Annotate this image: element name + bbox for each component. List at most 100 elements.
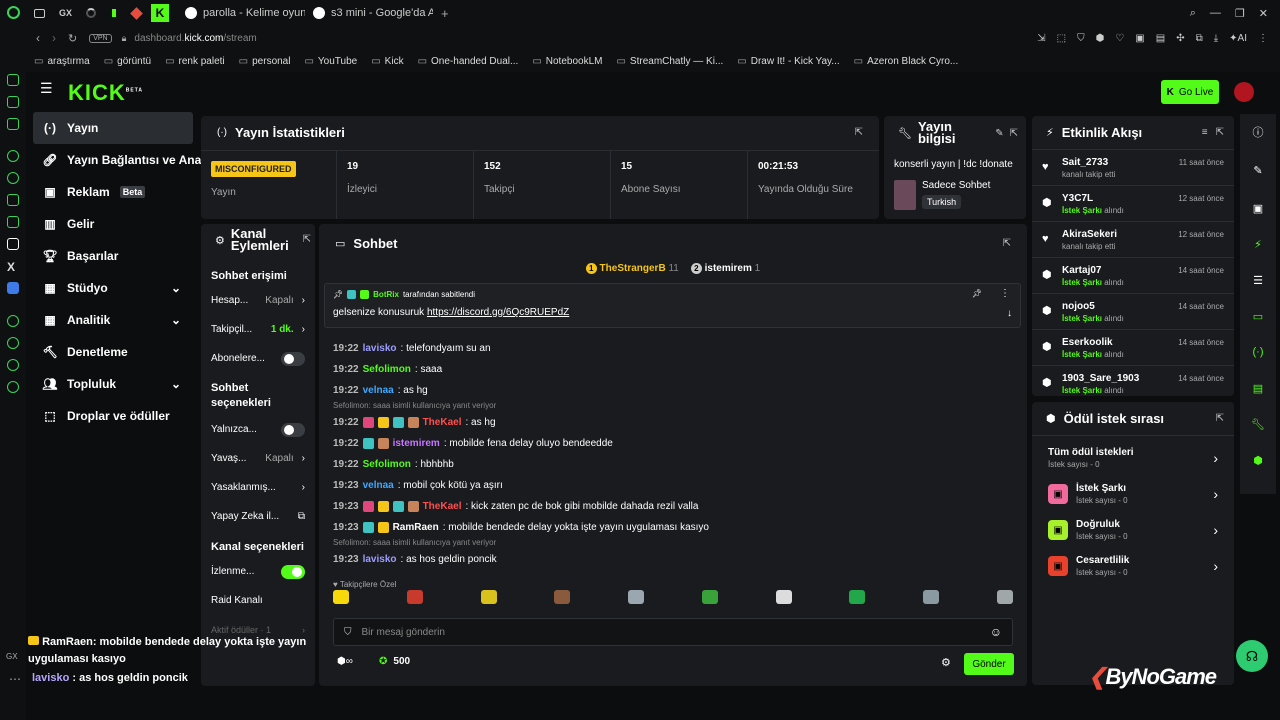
bookmark-item[interactable]: ▭ Kick [371, 56, 403, 67]
tab-parolla[interactable]: parolla - Kelime oyunu. Gü [177, 0, 305, 26]
chat-message[interactable]: 19:22 velnaa: as hg [319, 380, 1027, 401]
reward-queue-item[interactable]: ▣ Cesaretlilik İstek sayısı - 0 › [1032, 548, 1234, 584]
chat-message[interactable]: 19:23 RamRaen: mobilde bendede delay yokt… [319, 517, 1027, 538]
filter-icon[interactable]: ≡ [1202, 127, 1208, 138]
points-menu-icon[interactable]: ⬢∞ [337, 656, 353, 667]
info-icon[interactable]: ⓘ [1240, 114, 1276, 150]
popout-icon[interactable]: ⇱ [303, 234, 311, 245]
chat-message[interactable]: 19:23 lavisko: as hos geldin poncik [319, 549, 1027, 570]
chat-input[interactable]: ⛉ Bir mesaj gönderin ☺ [333, 618, 1013, 646]
emote[interactable] [406, 590, 423, 604]
sidebar-item-1[interactable]: 🔗︎ Yayın Bağlantısı ve Anahtarı [33, 144, 227, 176]
emote[interactable] [849, 590, 866, 604]
discord-icon[interactable] [7, 194, 19, 206]
popout-icon[interactable]: ⇱ [1216, 413, 1224, 424]
chat-message[interactable]: 19:23 velnaa: mobil çok kötü ya aşırı [319, 475, 1027, 496]
popout-icon[interactable]: ⇱ [1003, 238, 1011, 249]
message-user[interactable]: RamRaen [393, 522, 439, 533]
activity-item[interactable]: ⬢ Y3C7L İstek Şarkı alındı 12 saat önce [1032, 186, 1234, 222]
more-icon[interactable]: ⋯ [9, 672, 21, 686]
tiktok-icon[interactable] [7, 238, 19, 250]
download-icon[interactable]: ⤓ [1214, 33, 1218, 44]
edit-icon[interactable]: ✎ [1240, 152, 1276, 188]
shield-icon[interactable]: ⛉ [1077, 33, 1085, 44]
back-icon[interactable]: ‹ [36, 31, 40, 45]
chat-message[interactable]: 19:22 Sefolimon: saaa [319, 359, 1027, 380]
document-icon[interactable]: ▤ [1156, 33, 1165, 44]
tab-icon-group[interactable]: GX K [26, 0, 177, 26]
search-icon[interactable]: ⌕ [1190, 7, 1196, 20]
channel-setting-row[interactable]: Raid Kanalı [201, 586, 315, 615]
support-icon[interactable]: ☊ [1236, 640, 1268, 672]
message-user[interactable]: TheKael [423, 501, 462, 512]
sidebar-app-icon[interactable] [7, 150, 19, 162]
bookmark-item[interactable]: ▭ Azeron Black Cyro... [854, 56, 959, 67]
points-balance[interactable]: ✪ 500 [379, 656, 410, 667]
kick-points-icon[interactable]: ⬢ [1240, 442, 1276, 478]
channel-setting-row[interactable]: Yalnızca... [201, 415, 315, 444]
activity-item[interactable]: ⬢ 1903_Sare_1903 İstek Şarkı alındı 14 saat… [1032, 366, 1234, 396]
instagram-icon[interactable] [7, 216, 19, 228]
go-live-button[interactable]: K Go Live [1161, 80, 1219, 104]
message-user[interactable]: velnaa [363, 385, 394, 396]
settings-icon[interactable] [7, 381, 19, 393]
x-icon[interactable]: X [7, 260, 15, 274]
channel-setting-row[interactable]: Hesap... Kapalı › [201, 286, 315, 315]
chat-icon[interactable]: ▭ [1240, 298, 1276, 334]
reward-queue-item[interactable]: ▣ Doğruluk İstek sayısı - 0 › [1032, 512, 1234, 548]
activity-item[interactable]: ⬢ nojoo5 İstek Şarkı alındı 14 saat önce [1032, 294, 1234, 330]
collapse-icon[interactable]: ↓ [1007, 308, 1012, 319]
kick-logo[interactable]: KICKBETA [68, 80, 143, 106]
url-field[interactable]: dashboard.kick.com/stream [134, 33, 256, 44]
vpn-badge[interactable]: VPN [89, 33, 112, 43]
sidebar-item-9[interactable]: ⬚ Droplar ve ödüller [33, 400, 193, 432]
new-tab-button[interactable]: + [433, 0, 457, 26]
chat-message[interactable]: 19:22 istemirem: mobilde fena delay oluyo… [319, 433, 1027, 454]
popout-icon[interactable]: ⇱ [1216, 127, 1224, 138]
channel-setting-row[interactable]: Abonelere... [201, 344, 315, 373]
bookmark-item[interactable]: ▭ personal [239, 56, 291, 67]
restore-icon[interactable]: ❐ [1235, 7, 1245, 20]
sidebar-item-2[interactable]: ▣ Reklam Beta [33, 176, 193, 208]
popout-icon[interactable]: ⇱ [1010, 128, 1018, 139]
emote[interactable] [923, 590, 940, 604]
sidebar-item-0[interactable]: (·) Yayın [33, 112, 193, 144]
whatsapp-icon[interactable] [7, 172, 19, 184]
lock-icon[interactable]: 🔒︎ [122, 33, 127, 44]
bookmark-item[interactable]: ▭ renk paleti [165, 56, 225, 67]
puzzle-icon[interactable]: ✣ [1176, 33, 1184, 44]
sidebar-app-icon[interactable] [7, 74, 19, 86]
external-icon[interactable]: ⧉ [1196, 33, 1203, 44]
sidebar-app-icon[interactable] [7, 118, 19, 130]
tab-google[interactable]: s3 mini - Google'da Ara [305, 0, 433, 26]
edit-icon[interactable]: ✎ [995, 128, 1003, 139]
sidebar-item-6[interactable]: ▦ Analitik ⌄ [33, 304, 193, 336]
bookmark-item[interactable]: ▭ NotebookLM [532, 56, 602, 67]
sidebar-app-icon[interactable] [7, 96, 19, 108]
emote[interactable] [628, 590, 645, 604]
sidebar-item-4[interactable]: 🏆︎ Başarılar [33, 240, 193, 272]
sidebar-item-3[interactable]: ▥ Gelir [33, 208, 193, 240]
message-user[interactable]: lavisko [363, 343, 397, 354]
toggle-switch[interactable] [281, 351, 305, 366]
translate-icon[interactable] [7, 282, 19, 294]
clock-icon[interactable] [7, 359, 19, 371]
forward-icon[interactable]: › [52, 31, 56, 45]
send-button[interactable]: Gönder [964, 653, 1014, 675]
wrench-icon[interactable]: 🔧︎ [1240, 406, 1276, 442]
close-icon[interactable]: ✕ [1259, 7, 1268, 20]
screenshot-icon[interactable]: ⬚ [1057, 33, 1066, 44]
channel-setting-row[interactable]: Yasaklanmış... › [201, 473, 315, 502]
toggle-switch[interactable] [281, 422, 305, 437]
chat-message[interactable]: 19:22 lavisko: telefondyaım su an [319, 338, 1027, 359]
bookmark-item[interactable]: ▭ StreamChatly — Ki... [616, 56, 723, 67]
bookmark-item[interactable]: ▭ araştırma [34, 56, 90, 67]
channel-setting-row[interactable]: Yapay Zeka il... ⧉ [201, 502, 315, 531]
hamburger-icon[interactable]: ☰ [40, 80, 53, 97]
reward-queue-item[interactable]: ▣ İstek Şarkı İstek sayısı - 0 › [1032, 476, 1234, 512]
activity-item[interactable]: ♥ AkiraSekeri kanalı takip etti 12 saat önc… [1032, 222, 1234, 258]
sidebar-item-8[interactable]: 👥︎ Topluluk ⌄ [33, 368, 193, 400]
unpin-icon[interactable]: 📌︎ [972, 289, 982, 298]
top-gifter-2[interactable]: 2 istemirem 1 [690, 263, 760, 278]
opera-logo-icon[interactable] [7, 6, 20, 19]
